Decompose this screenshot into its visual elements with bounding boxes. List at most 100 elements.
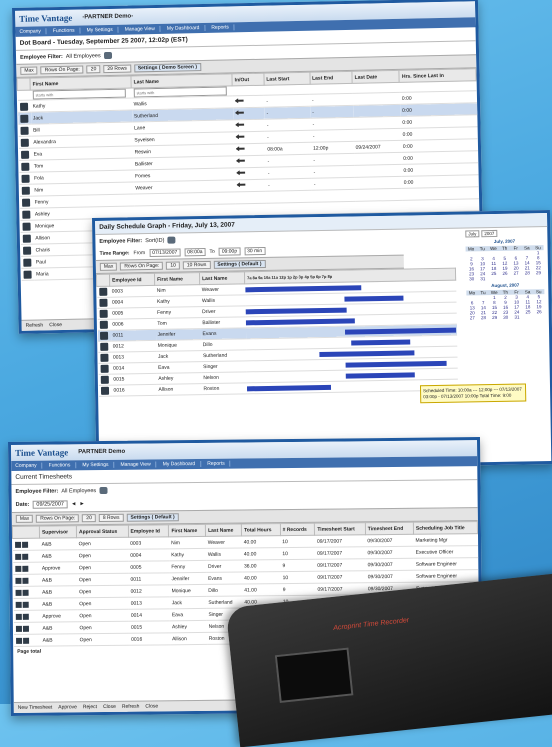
filter-value[interactable]: All Employees — [61, 488, 96, 494]
schedule-bar[interactable] — [344, 327, 457, 335]
menu-item[interactable]: Company — [19, 28, 47, 35]
col-header[interactable]: Timesheet Start — [314, 522, 366, 536]
schedule-bar[interactable] — [246, 384, 331, 392]
view-icon[interactable] — [21, 577, 28, 584]
schedule-bar[interactable] — [319, 350, 415, 358]
col-header[interactable]: Supervisor — [39, 525, 77, 539]
col-header[interactable]: Last Name — [205, 524, 242, 537]
edit-icon[interactable] — [100, 386, 109, 395]
edit-icon[interactable] — [21, 210, 30, 219]
menu-item[interactable]: Functions — [52, 27, 81, 35]
col-header[interactable]: Timesheet End — [365, 522, 414, 535]
edit-icon[interactable] — [22, 246, 31, 255]
menu-item[interactable]: My Settings — [86, 26, 119, 34]
col-header[interactable]: Employee Id — [109, 273, 155, 287]
edit-icon[interactable] — [19, 114, 28, 123]
menu-item[interactable]: My Dashboard — [162, 460, 202, 468]
date-input[interactable]: 09/25/2007 — [32, 500, 68, 509]
calendar-day[interactable]: 30 — [500, 315, 511, 320]
edit-icon[interactable] — [99, 320, 108, 329]
view-icon[interactable] — [22, 625, 29, 632]
col-header[interactable]: # Records — [280, 523, 315, 536]
max-button[interactable]: Max — [20, 66, 38, 75]
reject-button[interactable]: Reject — [83, 704, 97, 710]
edit-icon[interactable] — [100, 364, 109, 373]
edit-icon[interactable] — [99, 342, 108, 351]
menu-item[interactable]: Company — [15, 462, 43, 469]
edit-icon[interactable] — [20, 174, 30, 183]
calendar-day[interactable]: 27 — [467, 315, 478, 320]
edit-icon[interactable] — [19, 126, 29, 135]
edit-icon[interactable] — [14, 565, 21, 572]
prev-icon[interactable]: ◄ — [71, 501, 77, 507]
schedule-bar[interactable] — [344, 295, 404, 302]
max-button[interactable]: Max — [99, 262, 118, 271]
edit-icon[interactable] — [15, 625, 22, 632]
menu-item[interactable]: Manage View — [120, 461, 157, 468]
calendar-day[interactable]: 30 — [466, 276, 477, 281]
schedule-bar[interactable] — [345, 372, 416, 379]
close-button[interactable]: Close — [145, 703, 158, 709]
refresh-button[interactable]: Refresh — [122, 704, 140, 710]
edit-icon[interactable] — [99, 331, 108, 340]
edit-icon[interactable] — [22, 270, 32, 279]
edit-icon[interactable] — [21, 186, 30, 195]
col-header[interactable]: First Name — [154, 272, 200, 286]
approve-button[interactable]: Approve — [58, 704, 77, 710]
menu-item[interactable]: Manage View — [124, 25, 161, 33]
edit-icon[interactable] — [22, 258, 31, 267]
edit-icon[interactable] — [98, 287, 107, 296]
edit-icon[interactable] — [14, 577, 21, 584]
schedule-bar[interactable] — [345, 360, 447, 368]
col-header[interactable]: Employee Id — [127, 524, 169, 538]
calendar-day[interactable]: 29 — [533, 270, 544, 275]
menu-item[interactable]: Functions — [48, 462, 77, 469]
calendar-day[interactable]: 25 — [522, 309, 533, 314]
col-header[interactable]: Approval Status — [76, 525, 129, 538]
menu-item[interactable]: Reports — [207, 460, 231, 467]
settings-tab[interactable]: Settings ( Demo Screen ) — [133, 63, 202, 73]
month-select[interactable]: July — [465, 230, 480, 238]
max-button[interactable]: Max — [15, 514, 34, 523]
view-icon[interactable] — [22, 601, 29, 608]
edit-icon[interactable] — [20, 150, 29, 159]
view-icon[interactable] — [22, 589, 29, 596]
edit-icon[interactable] — [15, 601, 22, 608]
edit-icon[interactable] — [20, 138, 29, 147]
col-header[interactable]: Scheduling Job Title — [413, 521, 478, 535]
edit-icon[interactable] — [99, 353, 109, 362]
col-header[interactable]: Last Start — [263, 72, 310, 86]
col-header[interactable]: In/Out — [232, 73, 264, 86]
edit-icon[interactable] — [100, 375, 109, 384]
edit-icon[interactable] — [15, 589, 22, 596]
col-header[interactable]: Last Date — [352, 70, 400, 84]
filter-value[interactable]: All Employees — [66, 53, 101, 60]
rows-select[interactable]: 20 — [82, 514, 96, 523]
edit-icon[interactable] — [22, 234, 31, 243]
from-date-input[interactable]: 07/13/2007 — [149, 248, 181, 258]
filter-icon[interactable] — [103, 51, 112, 60]
calendar-day[interactable]: 28 — [478, 315, 489, 320]
filter-icon[interactable] — [167, 236, 176, 244]
edit-icon[interactable] — [99, 309, 108, 318]
calendar-day[interactable]: 28 — [522, 270, 533, 275]
interval-select[interactable]: 30 min — [244, 246, 266, 256]
filter-icon[interactable] — [99, 486, 108, 495]
schedule-bar[interactable] — [245, 307, 347, 315]
edit-icon[interactable] — [20, 162, 29, 171]
next-icon[interactable]: ► — [79, 501, 85, 507]
col-header[interactable]: Last End — [309, 71, 353, 85]
edit-icon[interactable] — [15, 613, 22, 620]
calendar-day[interactable]: 26 — [534, 309, 545, 314]
calendar-day[interactable]: 31 — [511, 315, 522, 320]
col-header[interactable]: First Name — [168, 524, 206, 537]
year-select[interactable]: 2007 — [481, 229, 498, 238]
edit-icon[interactable] — [98, 298, 108, 307]
edit-icon[interactable] — [21, 222, 31, 231]
menu-item[interactable]: My Settings — [82, 461, 115, 469]
to-time-select[interactable]: 09:00p — [218, 247, 241, 256]
edit-icon[interactable] — [14, 553, 21, 560]
close-button[interactable]: Close — [49, 322, 62, 328]
close-button[interactable]: Close — [103, 704, 116, 710]
calendar-day[interactable]: 26 — [499, 271, 510, 276]
